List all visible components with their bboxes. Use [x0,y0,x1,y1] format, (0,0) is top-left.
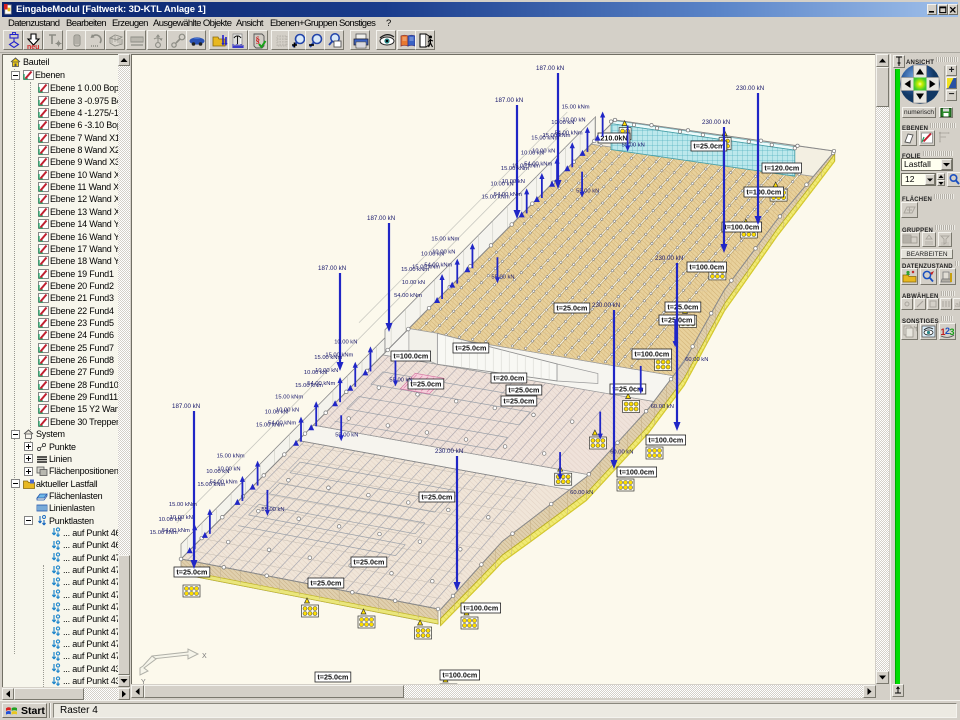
svg-text:t=100.0cm: t=100.0cm [619,468,654,477]
svg-text:55.00 kN: 55.00 kN [261,507,284,513]
svg-text:t=25.0cm: t=25.0cm [421,493,452,502]
svg-text:t=25.0cm: t=25.0cm [508,386,539,395]
svg-text:10.00 kN: 10.00 kN [158,517,181,523]
svg-text:t=25.0cm: t=25.0cm [455,344,486,353]
svg-text:15.00 kNm: 15.00 kNm [256,423,284,429]
svg-text:15.00 kNm: 15.00 kNm [431,236,459,242]
svg-text:60.00 kN: 60.00 kN [685,357,708,363]
svg-text:t=25.0cm: t=25.0cm [176,568,207,577]
svg-text:15.00 kNm: 15.00 kNm [150,530,178,536]
svg-text:230.00 kN: 230.00 kN [736,85,764,92]
svg-text:t=100.0cm: t=100.0cm [634,350,669,359]
svg-text:10.00 kN: 10.00 kN [304,370,327,376]
svg-text:15.00 kNm: 15.00 kNm [562,105,590,111]
svg-text:10.00 kN: 10.00 kN [334,339,357,345]
svg-text:t=100.0cm: t=100.0cm [648,436,683,445]
svg-text:187.00 kN: 187.00 kN [367,215,395,222]
svg-text:187.00 kN: 187.00 kN [536,65,564,72]
svg-text:15.00 kNm: 15.00 kNm [197,482,225,488]
svg-text:54.00 kNm: 54.00 kNm [394,293,422,299]
svg-text:t=100.0cm: t=100.0cm [724,223,759,232]
svg-text:230.00 kN: 230.00 kN [702,119,730,126]
svg-text:55.00 kN: 55.00 kN [389,377,412,383]
svg-text:t=25.0cm: t=25.0cm [556,304,587,313]
svg-text:15.00 kNm: 15.00 kNm [275,394,303,400]
svg-text:t=25.0cm: t=25.0cm [667,303,698,312]
svg-text:230.00 kN: 230.00 kN [592,302,620,309]
svg-text:15.00 kNm: 15.00 kNm [501,166,529,172]
svg-text:t=100.0cm: t=100.0cm [393,352,428,361]
svg-text:X: X [202,653,207,660]
svg-text:t=25.0cm: t=25.0cm [410,380,441,389]
svg-text:60.00 kN: 60.00 kN [570,490,593,496]
svg-text:15.00 kNm: 15.00 kNm [314,355,342,361]
svg-text:t=20.0cm: t=20.0cm [493,374,524,383]
svg-text:t=25.0cm: t=25.0cm [310,579,341,588]
svg-text:10.00 kN: 10.00 kN [521,151,544,157]
svg-text:60.00 kN: 60.00 kN [610,450,633,456]
svg-text:t=25.0cm: t=25.0cm [317,673,348,682]
svg-text:15.00 kNm: 15.00 kNm [401,267,429,273]
svg-text:Y: Y [141,679,146,684]
svg-text:10.00 kN: 10.00 kN [551,120,574,126]
svg-text:10.00 kN: 10.00 kN [421,252,444,258]
svg-text:10.00 kN: 10.00 kN [490,181,513,187]
svg-text:210.0kN: 210.0kN [600,134,627,143]
svg-text:alle: alle [955,302,960,309]
svg-text:15.00 kNm: 15.00 kNm [169,502,197,508]
svg-text:t=25.0cm: t=25.0cm [503,397,534,406]
svg-text:10.00 kN: 10.00 kN [265,410,288,416]
svg-text:neu: neu [27,44,39,50]
svg-text:60.00 kN: 60.00 kN [651,404,674,410]
svg-text:t=100.0cm: t=100.0cm [689,263,724,272]
svg-text:15.00 kNm: 15.00 kNm [482,194,510,200]
svg-text:15.00 kNm: 15.00 kNm [295,383,323,389]
svg-text:t=25.0cm: t=25.0cm [693,142,724,151]
svg-text:230.00 kN: 230.00 kN [655,255,683,262]
svg-text:t=120.0cm: t=120.0cm [764,164,799,173]
svg-text:230.00 kN: 230.00 kN [435,448,463,455]
svg-text:§: § [256,35,261,45]
svg-text:187.00 kN: 187.00 kN [172,403,200,410]
svg-text:187.00 kN: 187.00 kN [318,265,346,272]
svg-text:t=100.0cm: t=100.0cm [746,188,781,197]
svg-text:t=25.0cm: t=25.0cm [353,558,384,567]
svg-text:10.00 kN: 10.00 kN [402,280,425,286]
svg-text:t=100.0cm: t=100.0cm [442,671,477,680]
svg-text:15.00 kNm: 15.00 kNm [217,454,245,460]
svg-text:10.00 kN: 10.00 kN [206,469,229,475]
svg-text:15.00 kNm: 15.00 kNm [531,135,559,141]
svg-text:187.00 kN: 187.00 kN [495,97,523,104]
svg-text:t=100.0cm: t=100.0cm [463,604,498,613]
